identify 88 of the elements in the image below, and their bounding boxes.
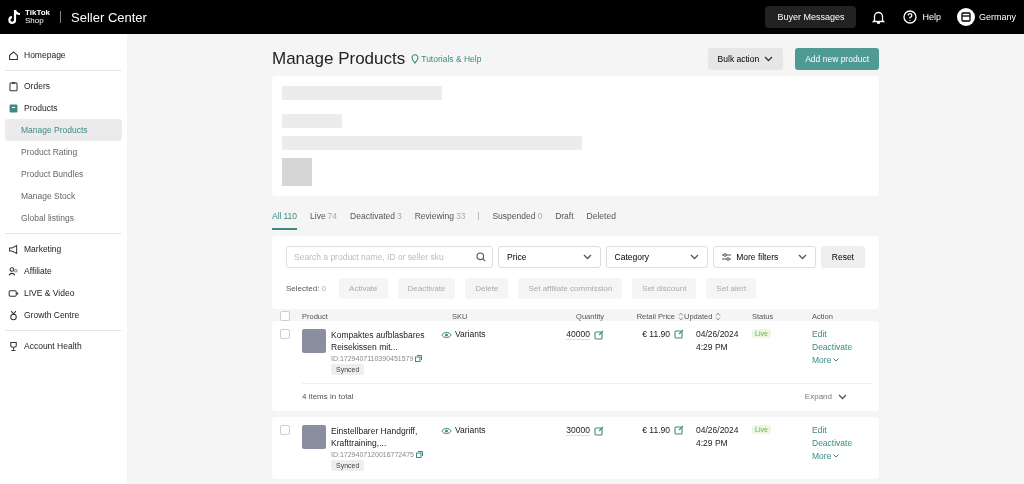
buyer-messages-button[interactable]: Buyer Messages (765, 6, 857, 28)
clipboard-icon (8, 80, 19, 92)
filter-dropdown[interactable]: Price (498, 246, 601, 268)
chevron-down-icon (838, 393, 847, 400)
help-icon[interactable] (903, 10, 918, 24)
status-tab[interactable]: All 110 (272, 202, 297, 230)
seller-center-title: Seller Center (71, 9, 147, 25)
region-label[interactable]: Germany (979, 12, 1016, 22)
sidebar-subitem[interactable]: Manage Products (5, 119, 122, 141)
tutorials-help-link[interactable]: Tutorials & Help (411, 54, 482, 64)
sidebar-item[interactable]: Growth Centre (5, 304, 122, 326)
photo-placeholder (302, 425, 326, 449)
sort-icon[interactable] (678, 311, 684, 321)
reset-button[interactable]: Reset (820, 246, 865, 268)
quantity-cell: 40000 (566, 329, 590, 340)
photo-placeholder (302, 329, 326, 353)
action-link[interactable]: Deactivate (812, 438, 871, 448)
sidebar-subitem[interactable]: Global listings (5, 207, 122, 229)
row-checkbox[interactable] (280, 425, 290, 435)
action-link[interactable]: Edit (812, 329, 871, 339)
bulk-action-button[interactable]: Bulk action (707, 48, 784, 70)
chevron-down-icon (582, 254, 592, 260)
price-cell: € 11.90 (642, 425, 670, 435)
status-tab[interactable]: Deleted (586, 202, 616, 230)
help-link[interactable]: Help (922, 12, 941, 22)
status-tab[interactable]: Live 74 (310, 202, 338, 230)
trophy-icon (8, 340, 19, 352)
people-icon (8, 265, 19, 277)
updated-date: 04/26/2024 (696, 425, 740, 435)
selected-count: Selected: 0 (286, 284, 327, 293)
edit-icon[interactable] (674, 425, 684, 435)
eye-icon[interactable] (441, 427, 452, 435)
chevron-down-icon (833, 454, 840, 458)
bell-icon[interactable] (872, 10, 886, 24)
medal-icon (8, 309, 19, 321)
sidebar-item[interactable]: Affiliate (5, 260, 122, 282)
row-checkbox[interactable] (280, 329, 290, 339)
action-link[interactable]: Deactivate (812, 342, 871, 352)
sidebar-subitem[interactable]: Product Bundles (5, 163, 122, 185)
items-total: 4 items in total (302, 392, 354, 401)
status-tab[interactable]: Reviewing 33 (414, 202, 466, 230)
copy-icon[interactable] (415, 355, 423, 362)
action-link[interactable]: More (812, 451, 871, 461)
status-tab[interactable]: Suspended 0 (492, 202, 543, 230)
edit-icon[interactable] (674, 329, 684, 339)
sidebar-item[interactable]: Homepage (5, 44, 122, 66)
chevron-down-icon (797, 254, 807, 260)
chevron-down-icon (764, 56, 774, 62)
sidebar-item[interactable]: Orders (5, 75, 122, 97)
updated-date: 04/26/2024 (696, 329, 740, 339)
sliders-icon (722, 253, 732, 261)
copy-icon[interactable] (415, 451, 423, 458)
quantity-cell: 30000 (566, 425, 590, 436)
chevron-down-icon (833, 358, 840, 362)
filter-dropdown[interactable]: More filters (713, 246, 816, 268)
sku-cell-text: Variants (454, 425, 487, 435)
status-tab[interactable]: Draft (555, 202, 574, 230)
tiktok-shop-logo[interactable]: TikTok Shop (8, 9, 51, 25)
updated-time: 4:29 PM (696, 438, 729, 448)
edit-icon[interactable] (594, 329, 604, 340)
sidebar-subitem[interactable]: Manage Stock (5, 185, 122, 207)
product-name[interactable]: Kompaktes aufblasbares Reisekissen mit... (331, 329, 435, 353)
sort-icon[interactable] (715, 311, 722, 321)
home-icon (8, 49, 19, 61)
action-link[interactable]: Edit (812, 425, 871, 435)
sku-cell-text: Variants (454, 329, 487, 339)
action-link[interactable]: More (812, 355, 871, 365)
store-icon[interactable] (957, 8, 975, 26)
filter-dropdown[interactable]: Category (605, 246, 709, 268)
location-pin-icon (411, 54, 420, 64)
sidebar-item[interactable]: Products (5, 97, 122, 119)
product-name[interactable]: Einstellbarer Handgriff, Krafttraining,... (331, 425, 435, 449)
megaphone-icon (8, 243, 19, 255)
chevron-down-icon (690, 254, 700, 260)
sidebar-subitem[interactable]: Product Rating (5, 141, 122, 163)
sidebar-item[interactable]: LIVE & Video (5, 282, 122, 304)
sidebar-item[interactable]: Marketing (5, 238, 122, 260)
price-cell: € 11.90 (642, 329, 670, 339)
page-title: Manage Products (272, 49, 406, 69)
updated-time: 4:29 PM (696, 342, 729, 352)
status-tab[interactable]: Deactivated 3 (350, 202, 402, 230)
edit-icon[interactable] (594, 425, 604, 436)
search-icon[interactable] (476, 252, 486, 262)
video-icon (8, 287, 19, 299)
eye-icon[interactable] (441, 331, 452, 339)
sidebar-item[interactable]: Account Health (5, 335, 122, 357)
box-icon (8, 102, 19, 114)
expand-link[interactable]: Expand (804, 392, 832, 401)
